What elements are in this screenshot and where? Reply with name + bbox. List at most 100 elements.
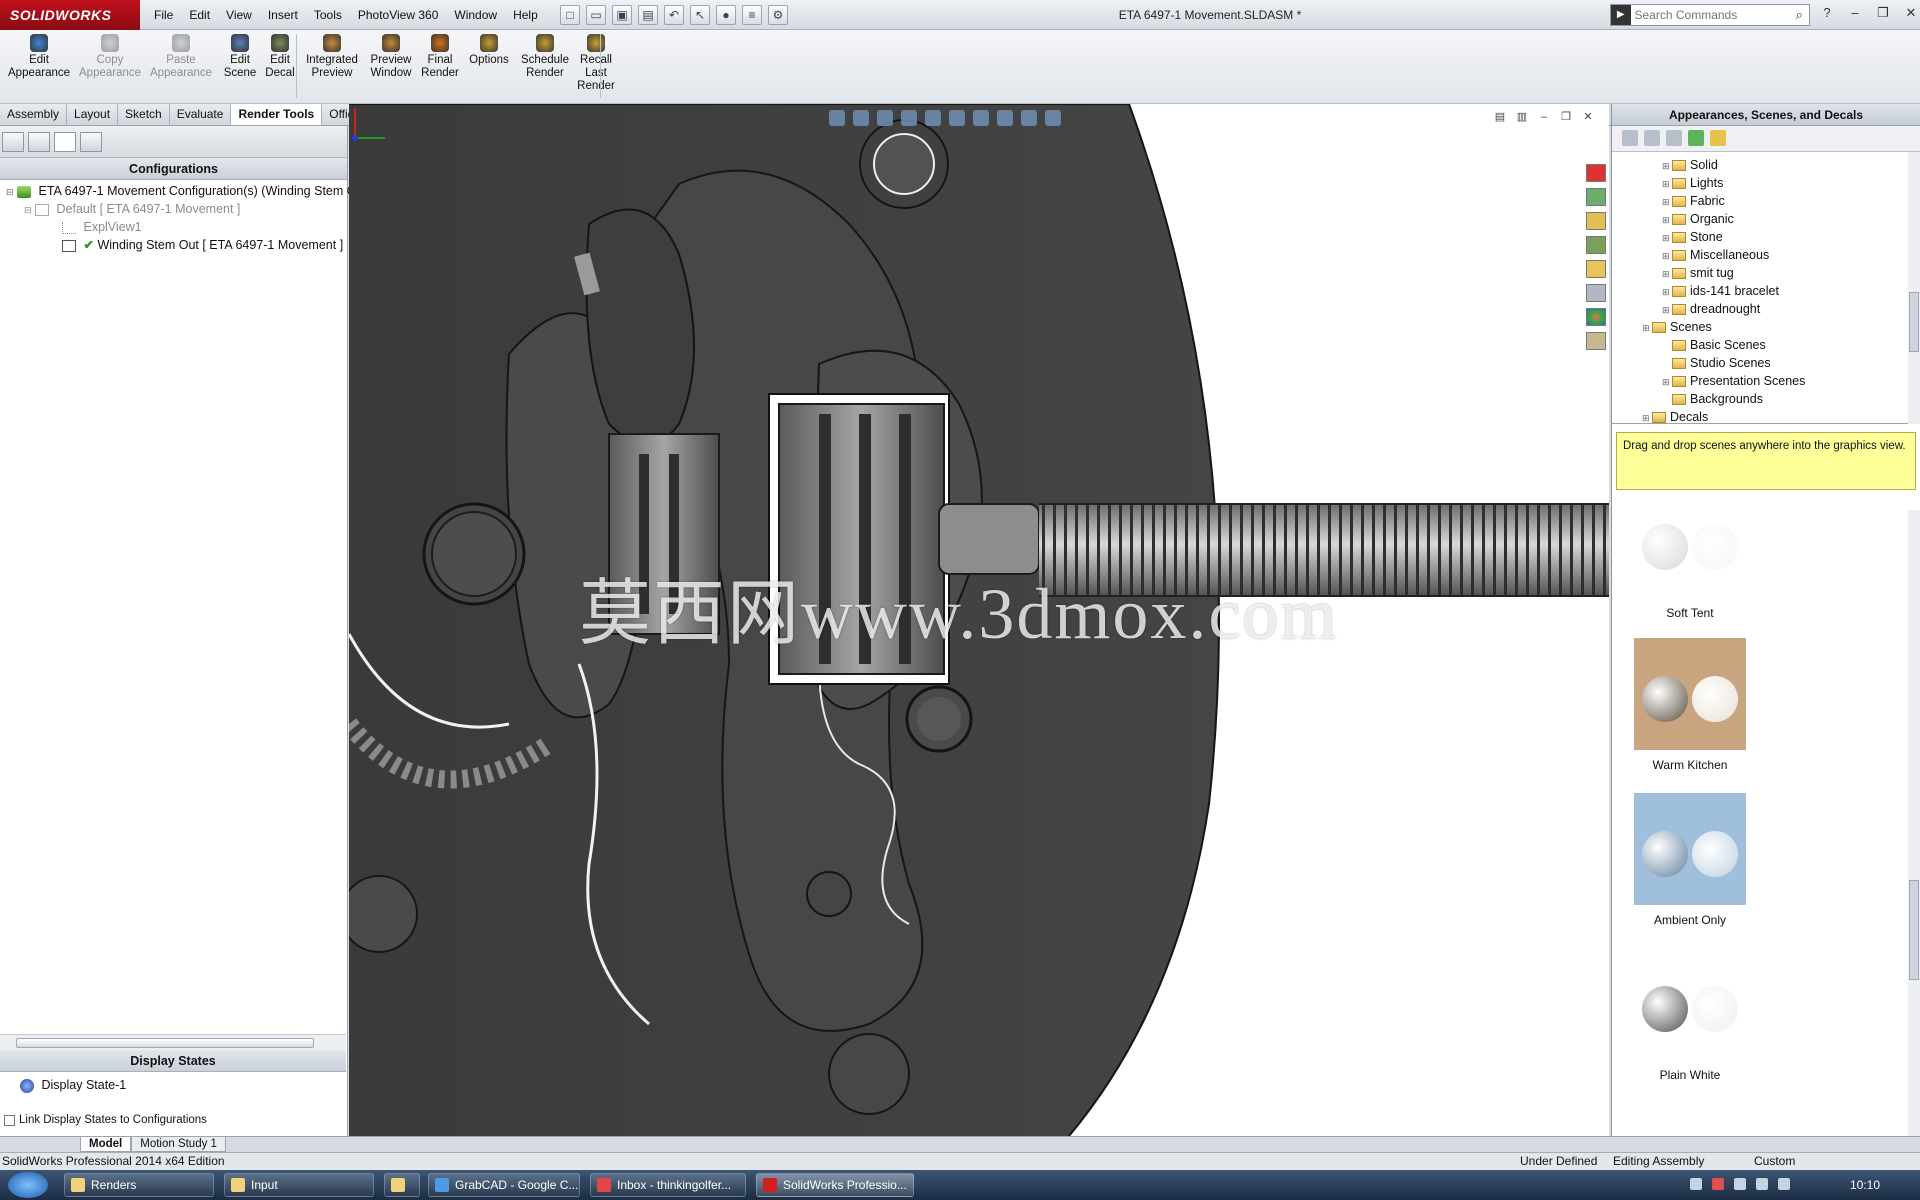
start-button-icon[interactable] — [8, 1172, 48, 1198]
zoom-to-fit-icon[interactable] — [829, 110, 845, 126]
tab-assembly[interactable]: Assembly — [0, 104, 68, 125]
edit-scene-button[interactable]: Edit Scene — [222, 34, 258, 80]
apply-scene-icon[interactable] — [1021, 110, 1037, 126]
close-icon[interactable]: ✕ — [1581, 110, 1595, 124]
refresh-icon[interactable] — [1688, 130, 1704, 146]
expand-icon[interactable]: ⊞ — [1662, 211, 1672, 229]
file-explorer-tab-icon[interactable] — [1586, 212, 1606, 230]
select-cursor-icon[interactable]: ↖ — [690, 5, 710, 25]
expand-icon[interactable]: ⊞ — [1662, 301, 1672, 319]
tree-item-ids-141-bracelet[interactable]: ⊞ ids-141 bracelet — [1612, 282, 1920, 300]
taskbar-item-grabcad-google-c[interactable]: GrabCAD - Google C... — [428, 1173, 580, 1197]
taskbar-item-explorer[interactable] — [384, 1173, 420, 1197]
appearances-scenes-tab-icon[interactable] — [1586, 308, 1606, 326]
tree-item-solid[interactable]: ⊞ Solid — [1612, 156, 1920, 174]
collapse-icon[interactable]: ⊟ — [6, 187, 14, 197]
tree-item-backgrounds[interactable]: Backgrounds — [1612, 390, 1920, 408]
units-selector[interactable]: Custom — [1754, 1153, 1795, 1170]
scene-warm-kitchen[interactable]: Warm Kitchen — [1634, 638, 1746, 772]
toolbox-tab-icon[interactable] — [1586, 332, 1606, 350]
horizontal-scrollbar[interactable] — [0, 1034, 346, 1050]
restore-icon[interactable]: ❐ — [1559, 110, 1573, 124]
config-winding-item[interactable]: ✔ Winding Stem Out [ ETA 6497-1 Movement… — [0, 236, 347, 254]
solidworks-logo[interactable]: SOLIDWORKS — [0, 0, 140, 30]
zoom-to-area-icon[interactable] — [853, 110, 869, 126]
schedule-render-button[interactable]: Schedule Render — [518, 34, 572, 80]
tab-layout[interactable]: Layout — [67, 104, 119, 125]
tab-evaluate[interactable]: Evaluate — [169, 104, 232, 125]
options-gear-icon[interactable]: ⚙ — [768, 5, 788, 25]
paste-appearance-button[interactable]: Paste Appearance — [150, 34, 212, 80]
home-icon[interactable] — [1666, 130, 1682, 146]
scene-ambient-only[interactable]: Ambient Only — [1634, 793, 1746, 927]
taskbar-item-input[interactable]: Input — [224, 1173, 374, 1197]
collapse-icon[interactable]: ⊟ — [24, 205, 32, 215]
open-folder-icon[interactable]: ▭ — [586, 5, 606, 25]
antivirus-icon[interactable] — [1712, 1178, 1724, 1190]
display-icon[interactable] — [1734, 1178, 1746, 1190]
expand-icon[interactable]: ⊞ — [1662, 283, 1672, 301]
edit-appearance-icon[interactable] — [997, 110, 1013, 126]
tree-item-presentation-scenes[interactable]: ⊞ Presentation Scenes — [1612, 372, 1920, 390]
menu-photoview-360[interactable]: PhotoView 360 — [350, 0, 447, 30]
expand-icon[interactable]: ⊞ — [1642, 319, 1652, 337]
network-icon[interactable] — [1756, 1178, 1768, 1190]
view-palette-tab-icon[interactable] — [1586, 236, 1606, 254]
volume-icon[interactable] — [1778, 1178, 1790, 1190]
options-button[interactable]: Options — [466, 34, 512, 67]
menu-edit[interactable]: Edit — [181, 0, 218, 30]
tile-vertical-icon[interactable]: ▥ — [1515, 110, 1529, 124]
edit-appearance-button[interactable]: Edit Appearance — [8, 34, 70, 80]
tree-item-smit-tug[interactable]: ⊞ smit tug — [1612, 264, 1920, 282]
menu-window[interactable]: Window — [446, 0, 505, 30]
previous-view-icon[interactable] — [877, 110, 893, 126]
expand-icon[interactable]: ⊞ — [1662, 229, 1672, 247]
tray-arrow-icon[interactable] — [1690, 1178, 1702, 1190]
menu-insert[interactable]: Insert — [260, 0, 306, 30]
menu-help[interactable]: Help — [505, 0, 546, 30]
expand-icon[interactable]: ⊞ — [1642, 409, 1652, 427]
display-state-item[interactable]: Display State-1 — [0, 1076, 346, 1094]
tree-item-decals[interactable]: ⊞ Decals — [1612, 408, 1920, 426]
clock[interactable]: 10:10 — [1850, 1170, 1880, 1200]
undo-icon[interactable]: ↶ — [664, 5, 684, 25]
tree-scrollbar[interactable] — [1908, 152, 1920, 424]
menu-tools[interactable]: Tools — [306, 0, 350, 30]
tree-item-studio-scenes[interactable]: Studio Scenes — [1612, 354, 1920, 372]
scene-soft-tent[interactable]: Soft Tent — [1634, 510, 1746, 620]
rebuild-icon[interactable]: ● — [716, 5, 736, 25]
search-input[interactable] — [1630, 6, 1790, 24]
tree-item-lights[interactable]: ⊞ Lights — [1612, 174, 1920, 192]
tab-model[interactable]: Model — [80, 1137, 132, 1152]
restore-icon[interactable]: ❐ — [1872, 2, 1894, 24]
feature-manager-tab-icon[interactable] — [2, 132, 24, 152]
forward-icon[interactable] — [1644, 130, 1660, 146]
scrollbar-thumb[interactable] — [16, 1038, 314, 1048]
link-display-states-checkbox[interactable]: Link Display States to Configurations — [4, 1114, 207, 1126]
view-settings-icon[interactable] — [1045, 110, 1061, 126]
tree-item-scenes[interactable]: ⊞ Scenes — [1612, 318, 1920, 336]
expand-icon[interactable]: ⊞ — [1662, 247, 1672, 265]
file-properties-icon[interactable]: ≡ — [742, 5, 762, 25]
preview-window-button[interactable]: Preview Window — [364, 34, 418, 80]
checkbox-icon[interactable] — [4, 1114, 15, 1126]
property-manager-tab-icon[interactable] — [28, 132, 50, 152]
hide-show-items-icon[interactable] — [973, 110, 989, 126]
expand-icon[interactable]: ⊞ — [1662, 157, 1672, 175]
section-view-icon[interactable] — [901, 110, 917, 126]
close-icon[interactable]: ✕ — [1900, 2, 1920, 24]
recall-last-render-button[interactable]: Recall Last Render — [576, 34, 616, 93]
design-library-tab-icon[interactable] — [1586, 188, 1606, 206]
print-icon[interactable]: ▤ — [638, 5, 658, 25]
menu-view[interactable]: View — [218, 0, 260, 30]
up-folder-icon[interactable] — [1710, 130, 1726, 146]
solidworks-resources-tab-icon[interactable] — [1586, 164, 1606, 182]
tab-motion-study-1[interactable]: Motion Study 1 — [131, 1137, 226, 1152]
view-orientation-icon[interactable] — [925, 110, 941, 126]
explode-view-item[interactable]: ExplView1 — [0, 218, 347, 236]
tab-render-tools[interactable]: Render Tools — [231, 104, 323, 125]
tree-item-miscellaneous[interactable]: ⊞ Miscellaneous — [1612, 246, 1920, 264]
display-manager-tab-icon[interactable] — [80, 132, 102, 152]
integrated-preview-button[interactable]: Integrated Preview — [302, 34, 362, 80]
display-style-icon[interactable] — [949, 110, 965, 126]
